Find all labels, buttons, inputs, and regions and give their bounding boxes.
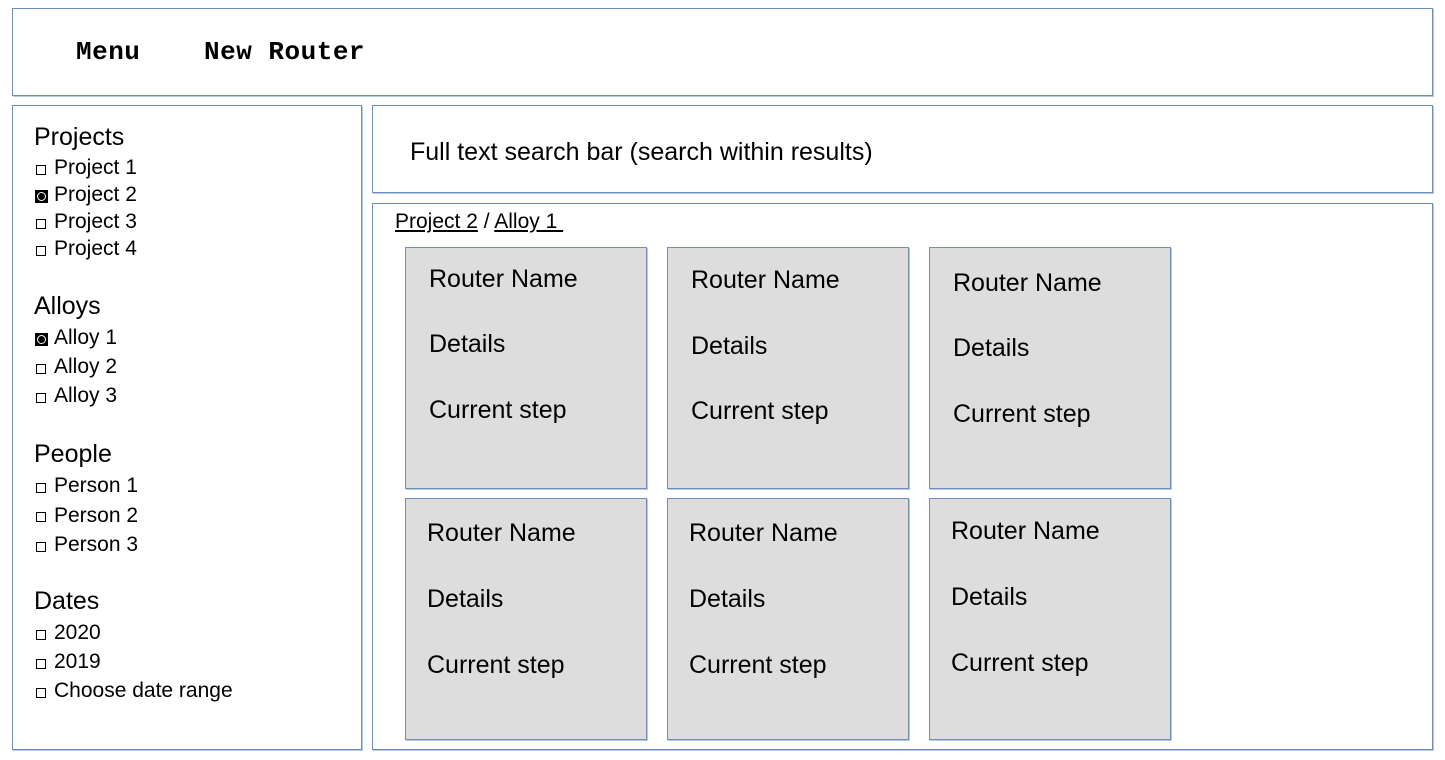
filter-option-label: 2019	[54, 650, 101, 673]
filter-option-label: Choose date range	[54, 679, 233, 702]
filter-group-title: Dates	[34, 587, 100, 615]
checkbox-checked-icon[interactable]	[35, 333, 48, 346]
router-details: Details	[429, 330, 506, 358]
filter-option-person-3[interactable]: Person 3	[34, 530, 138, 560]
router-details: Details	[953, 334, 1030, 362]
checkbox-icon[interactable]	[36, 482, 46, 493]
filter-sidebar: Projects Project 1 Project 2 Project 3 P…	[12, 105, 362, 750]
router-card[interactable]: Router Name Details Current step	[929, 498, 1171, 740]
router-current-step: Current step	[689, 651, 827, 679]
router-card[interactable]: Router Name Details Current step	[405, 498, 647, 740]
router-current-step: Current step	[429, 396, 567, 424]
filter-option-label: 2020	[54, 621, 101, 644]
checkbox-icon[interactable]	[36, 218, 46, 229]
filter-option-person-1[interactable]: Person 1	[34, 471, 138, 501]
filter-option-date-range[interactable]: Choose date range	[34, 676, 233, 705]
breadcrumb-alloy-link[interactable]: Alloy 1	[494, 210, 563, 233]
router-card[interactable]: Router Name Details Current step	[667, 247, 909, 489]
router-current-step: Current step	[953, 400, 1091, 428]
checkbox-icon[interactable]	[36, 541, 46, 552]
filter-option-alloy-1[interactable]: Alloy 1	[34, 323, 117, 352]
checkbox-icon[interactable]	[36, 658, 46, 669]
checkbox-icon[interactable]	[36, 245, 46, 256]
router-name: Router Name	[691, 266, 840, 294]
router-card[interactable]: Router Name Details Current step	[405, 247, 647, 489]
breadcrumb: Project 2 / Alloy 1	[395, 210, 563, 234]
breadcrumb-separator: /	[477, 210, 495, 233]
router-name: Router Name	[427, 519, 576, 547]
filter-option-label: Alloy 3	[54, 384, 118, 407]
filter-option-project-3[interactable]: Project 3	[34, 208, 137, 235]
checkbox-icon[interactable]	[36, 392, 46, 403]
router-details: Details	[689, 585, 766, 613]
filter-option-label: Person 3	[54, 533, 139, 556]
router-name: Router Name	[689, 519, 838, 547]
router-details: Details	[951, 583, 1028, 611]
router-current-step: Current step	[951, 649, 1089, 677]
router-card[interactable]: Router Name Details Current step	[667, 498, 909, 740]
top-menu-bar: Menu New Router	[12, 8, 1433, 96]
checkbox-icon[interactable]	[36, 512, 46, 523]
results-panel: Project 2 / Alloy 1 Router Name Details …	[372, 203, 1433, 750]
search-bar[interactable]: Full text search bar (search within resu…	[372, 105, 1433, 193]
new-router-button[interactable]: New Router	[204, 37, 365, 67]
filter-option-label: Alloy 1	[54, 326, 118, 349]
filter-group-title: Projects	[34, 123, 125, 151]
search-input[interactable]: Full text search bar (search within resu…	[410, 138, 873, 167]
router-details: Details	[691, 332, 768, 360]
router-current-step: Current step	[427, 651, 565, 679]
breadcrumb-project-link[interactable]: Project 2	[395, 210, 478, 233]
filter-option-label: Project 2	[54, 183, 137, 206]
filter-option-alloy-3[interactable]: Alloy 3	[34, 381, 117, 410]
router-current-step: Current step	[691, 397, 829, 425]
filter-option-label: Project 1	[54, 156, 137, 179]
filter-group-title: Alloys	[34, 292, 101, 320]
filter-option-project-4[interactable]: Project 4	[34, 235, 137, 262]
filter-option-label: Person 2	[54, 503, 139, 527]
filter-option-person-2[interactable]: Person 2	[34, 501, 138, 531]
router-details: Details	[427, 585, 504, 613]
router-name: Router Name	[951, 517, 1100, 545]
filter-group-people: People Person 1 Person 2 Person 3	[34, 439, 138, 560]
router-card[interactable]: Router Name Details Current step	[929, 247, 1171, 489]
filter-group-title: People	[34, 440, 112, 468]
checkbox-icon[interactable]	[36, 164, 46, 175]
filter-option-2019[interactable]: 2019	[34, 647, 233, 676]
menu-button[interactable]: Menu	[76, 37, 140, 67]
filter-option-label: Alloy 2	[54, 355, 118, 378]
filter-option-alloy-2[interactable]: Alloy 2	[34, 352, 117, 381]
filter-group-dates: Dates 2020 2019 Choose date range	[34, 586, 233, 705]
filter-option-2020[interactable]: 2020	[34, 618, 233, 647]
checkbox-icon[interactable]	[36, 687, 46, 698]
filter-option-label: Project 3	[54, 210, 137, 233]
filter-option-project-2[interactable]: Project 2	[34, 181, 137, 208]
checkbox-icon[interactable]	[36, 629, 46, 640]
filter-option-label: Person 1	[54, 474, 139, 497]
router-name: Router Name	[429, 265, 578, 293]
filter-group-projects: Projects Project 1 Project 2 Project 3 P…	[34, 122, 137, 262]
router-name: Router Name	[953, 269, 1102, 297]
filter-option-project-1[interactable]: Project 1	[34, 154, 137, 181]
filter-option-label: Project 4	[54, 237, 137, 260]
checkbox-icon[interactable]	[36, 363, 46, 374]
checkbox-checked-icon[interactable]	[35, 190, 48, 203]
filter-group-alloys: Alloys Alloy 1 Alloy 2 Alloy 3	[34, 291, 117, 410]
